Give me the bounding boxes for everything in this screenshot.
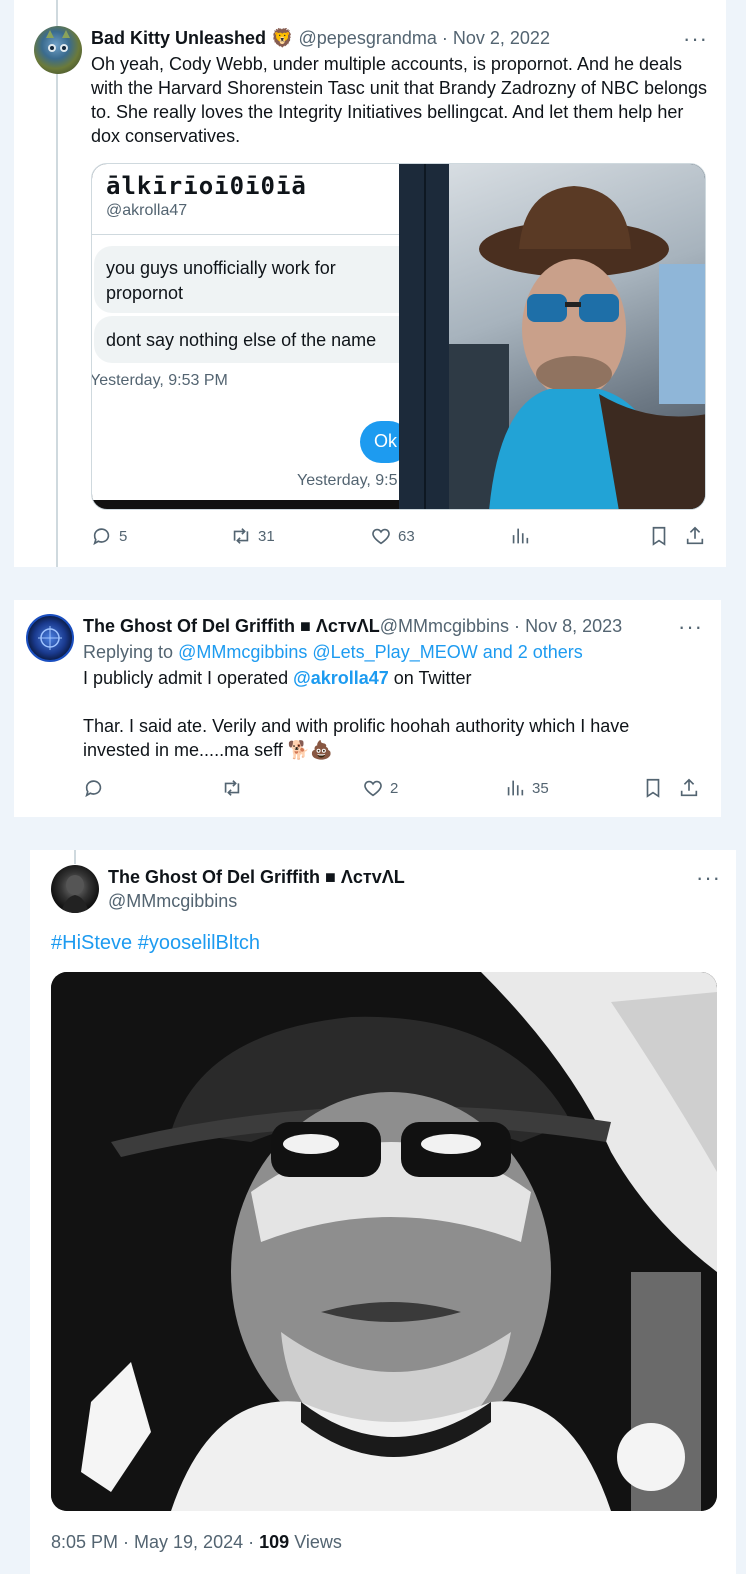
media-attachment[interactable]: ālkīrīoī0ī0īā @akrolla47 you guys unoffi… xyxy=(91,163,706,510)
text-segment: on Twitter xyxy=(393,668,472,688)
reply-icon xyxy=(85,780,102,798)
tweet-text: Oh yeah, Cody Webb, under multiple accou… xyxy=(91,54,707,146)
hashtags[interactable]: #HiSteve #yooselilBltch xyxy=(51,930,260,956)
tweet-card-1: Bad Kitty Unleashed 🦁 @pepesgrandma · No… xyxy=(14,0,726,567)
tweet-timestamp[interactable]: 8:05 PM · May 19, 2024 · xyxy=(51,1532,254,1552)
dm-timestamp: Yesterday, 9:53 PM xyxy=(91,372,228,389)
bookmark-icon xyxy=(652,526,666,546)
retweet-button[interactable] xyxy=(221,777,243,799)
thread-line xyxy=(56,0,58,567)
heart-icon xyxy=(372,528,390,545)
dm-message-1: you guys unofficially work for propornot xyxy=(94,246,399,313)
share-icon xyxy=(680,778,698,797)
reply-icon xyxy=(93,528,110,546)
share-button[interactable] xyxy=(678,777,700,799)
bookmark-icon xyxy=(646,778,660,798)
author-suffix: ■ ΛᴄᴛᴠΛL xyxy=(325,867,405,887)
tweet-card-2: The Ghost Of Del Griffith ■ ΛᴄᴛᴠΛL@MMmcg… xyxy=(14,600,721,817)
author-name[interactable]: The Ghost Of Del Griffith xyxy=(108,867,320,887)
tweet-header: The Ghost Of Del Griffith ■ ΛᴄᴛᴠΛL@MMmcg… xyxy=(83,614,622,638)
replying-to: Replying to @MMmcgibbins @Lets_Play_MEOW… xyxy=(83,640,583,664)
dm-handle: @akrolla47 xyxy=(106,202,188,219)
tweet-header: Bad Kitty Unleashed 🦁 @pepesgrandma · No… xyxy=(91,26,550,50)
heart-icon xyxy=(364,780,382,797)
tweet-text-line-2: Thar. I said ate. Verily and with prolif… xyxy=(83,716,630,736)
lion-emoji-icon: 🦁 xyxy=(271,28,294,48)
separator: · xyxy=(441,28,448,48)
author-name[interactable]: The Ghost Of Del Griffith xyxy=(83,616,295,636)
retweet-icon xyxy=(224,780,240,796)
replying-prefix: Replying to xyxy=(83,642,174,662)
views-button[interactable]: 35 xyxy=(504,777,549,799)
analytics-icon xyxy=(512,528,529,544)
retweet-count: 31 xyxy=(258,527,275,545)
tweet-footer: 8:05 PM · May 19, 2024 · 109 Views xyxy=(51,1530,342,1554)
author-handle[interactable]: @pepesgrandma xyxy=(299,28,437,48)
text-segment: I publicly admit I operated xyxy=(83,668,289,688)
like-button[interactable]: 63 xyxy=(370,525,415,547)
more-options-icon[interactable]: ··· xyxy=(678,616,703,638)
view-count: 35 xyxy=(532,779,549,797)
avatar[interactable] xyxy=(51,865,99,913)
tweet-date[interactable]: Nov 8, 2023 xyxy=(525,616,622,636)
bookmark-button[interactable] xyxy=(642,777,664,799)
share-icon xyxy=(686,526,704,545)
views-label: Views xyxy=(294,1532,342,1552)
share-button[interactable] xyxy=(684,525,706,547)
tweet-date[interactable]: Nov 2, 2022 xyxy=(453,28,550,48)
author-name[interactable]: Bad Kitty Unleashed xyxy=(91,28,266,48)
avatar[interactable] xyxy=(34,26,82,74)
divider xyxy=(92,234,399,235)
views-button[interactable] xyxy=(509,525,531,547)
retweet-button[interactable]: 31 xyxy=(230,525,275,547)
more-options-icon[interactable]: ··· xyxy=(696,867,721,889)
reply-button[interactable] xyxy=(83,777,105,799)
reply-count: 5 xyxy=(119,527,128,545)
like-count: 2 xyxy=(390,779,399,797)
author-handle[interactable]: @MMmcgibbins xyxy=(380,616,509,636)
like-button[interactable]: 2 xyxy=(362,777,398,799)
retweet-icon xyxy=(233,528,249,544)
like-count: 63 xyxy=(398,527,415,545)
reply-button[interactable]: 5 xyxy=(91,525,127,547)
photo-selfie xyxy=(399,164,705,509)
bookmark-button[interactable] xyxy=(648,525,670,547)
tweet-card-3: The Ghost Of Del Griffith ■ ΛᴄᴛᴠΛL @MMmc… xyxy=(30,850,736,1574)
dm-message-2: dont say nothing else of the name xyxy=(94,316,399,363)
author-suffix: ■ ΛᴄᴛᴠΛL xyxy=(300,616,380,636)
mention-link[interactable]: @akrolla47 xyxy=(293,668,389,688)
analytics-icon xyxy=(507,780,524,796)
author-handle[interactable]: @MMmcgibbins xyxy=(108,889,237,913)
dm-timestamp-2: Yesterday, 9:5 xyxy=(297,472,398,489)
media-photo[interactable] xyxy=(51,972,717,1511)
tweet-text-line-3: invested in me.....ma seff 🐕💩 xyxy=(83,740,333,760)
dm-bottom-bar xyxy=(92,500,399,509)
tweet-text-line-1: I publicly admit I operated @akrolla47 o… xyxy=(83,666,471,690)
view-count: 109 xyxy=(259,1532,290,1552)
separator: · xyxy=(514,616,521,636)
dm-screenshot: ālkīrīoī0ī0īā @akrolla47 you guys unoffi… xyxy=(91,164,410,509)
dm-title: ālkīrīoī0ī0īā xyxy=(106,172,307,200)
avatar[interactable] xyxy=(26,614,74,662)
more-options-icon[interactable]: ··· xyxy=(683,28,708,50)
tweet-header: The Ghost Of Del Griffith ■ ΛᴄᴛᴠΛL xyxy=(108,865,405,889)
replying-to-link[interactable]: @MMmcgibbins @Lets_Play_MEOW and 2 other… xyxy=(178,642,583,662)
thread-line xyxy=(74,850,76,864)
